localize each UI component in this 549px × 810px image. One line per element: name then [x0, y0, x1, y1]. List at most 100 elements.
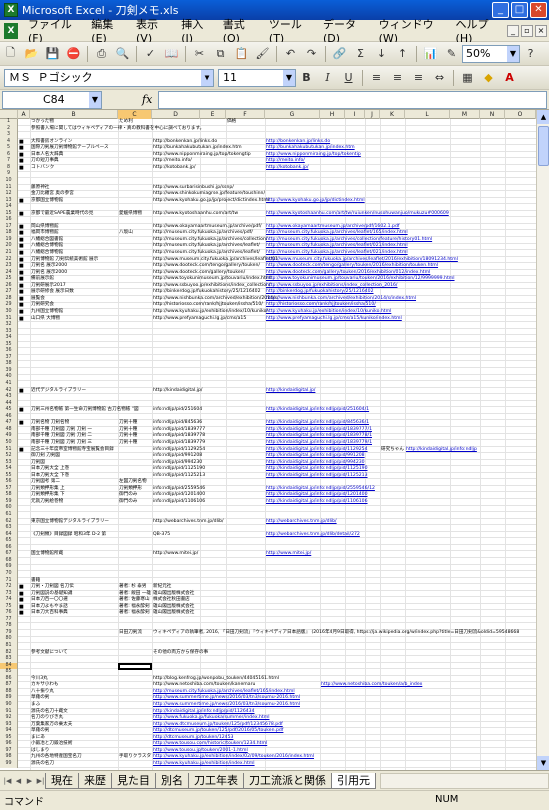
vertical-scrollbar[interactable]: ▲ ▼: [536, 110, 549, 770]
open-icon[interactable]: 📂: [22, 44, 41, 63]
paste-icon[interactable]: 📋: [232, 44, 251, 63]
menu-bar: X ファイル(F) 編集(E) 表示(V) 挿入(I) 書式(O) ツール(T)…: [0, 18, 549, 45]
align-right-icon[interactable]: ≡: [409, 68, 428, 87]
column-header[interactable]: B: [30, 110, 118, 119]
column-header[interactable]: E: [200, 110, 226, 119]
workbook-close-icon[interactable]: ×: [535, 24, 547, 37]
select-all-corner[interactable]: [0, 110, 18, 119]
menu-insert[interactable]: 挿入(I): [175, 16, 216, 45]
italic-icon[interactable]: I: [318, 68, 337, 87]
scroll-thumb[interactable]: [538, 126, 549, 166]
maximize-button[interactable]: □: [511, 2, 528, 18]
borders-icon[interactable]: ▦: [458, 68, 477, 87]
drawing-icon[interactable]: ✎: [442, 44, 461, 63]
column-header[interactable]: A: [18, 110, 30, 119]
menu-format[interactable]: 書式(O): [217, 16, 263, 45]
font-color-icon[interactable]: A: [500, 68, 519, 87]
column-header[interactable]: D: [152, 110, 200, 119]
sheet-tab-active[interactable]: 引用元: [331, 772, 376, 789]
toolbar-separator: [87, 45, 88, 62]
hyperlink-icon[interactable]: 🔗: [330, 44, 349, 63]
cell-hyperlink[interactable]: http://www.kyuhaku.jp/exhibition/index.h…: [153, 761, 255, 768]
sort-descending-icon[interactable]: ↑: [393, 44, 412, 63]
column-header[interactable]: J: [365, 110, 380, 119]
font-size-box[interactable]: 11 ▼: [218, 68, 296, 87]
menu-file[interactable]: ファイル(F): [22, 16, 85, 45]
column-header[interactable]: C: [118, 110, 152, 119]
sheet-tab[interactable]: 来歴: [78, 772, 112, 789]
chevron-down-icon[interactable]: ▼: [283, 69, 295, 86]
column-header[interactable]: N: [480, 110, 505, 119]
bold-icon[interactable]: B: [297, 68, 316, 87]
chevron-down-icon[interactable]: ▼: [201, 69, 213, 86]
num-lock-indicator: NUM: [435, 794, 459, 805]
sort-ascending-icon[interactable]: ↓: [372, 44, 391, 63]
sheet-tab[interactable]: 別名: [155, 772, 189, 789]
print-icon[interactable]: ⎙: [92, 44, 111, 63]
column-header[interactable]: K: [380, 110, 405, 119]
menu-view[interactable]: 表示(V): [130, 16, 175, 45]
chevron-down-icon[interactable]: ▼: [507, 45, 519, 62]
toolbar-separator: [185, 45, 186, 62]
fill-color-icon[interactable]: ◆: [479, 68, 498, 87]
print-preview-icon[interactable]: 🔍: [113, 44, 132, 63]
column-header[interactable]: G: [265, 110, 320, 119]
research-icon[interactable]: 📖: [162, 44, 181, 63]
save-icon[interactable]: 💾: [43, 44, 62, 63]
prev-sheet-icon[interactable]: ◀: [13, 774, 24, 788]
function-icon[interactable]: fx: [142, 93, 152, 106]
column-header[interactable]: H: [320, 110, 345, 119]
scroll-up-icon[interactable]: ▲: [537, 110, 549, 124]
help-icon[interactable]: ?: [521, 44, 540, 63]
copy-icon[interactable]: ⧉: [211, 44, 230, 63]
chevron-down-icon[interactable]: ▼: [89, 91, 101, 108]
menu-tools[interactable]: ツール(T): [263, 16, 317, 45]
horizontal-scrollbar[interactable]: [380, 772, 549, 789]
merge-center-icon[interactable]: ⇔: [430, 68, 449, 87]
toolbar-separator: [136, 45, 137, 62]
permission-icon[interactable]: ⛔: [64, 44, 83, 63]
font-name-value: ＭＳ Ｐゴシック: [9, 70, 93, 84]
workbook-minimize-icon[interactable]: _: [507, 24, 519, 37]
first-sheet-icon[interactable]: |◀: [2, 774, 13, 788]
spelling-icon[interactable]: ✓: [141, 44, 160, 63]
workbook-icon[interactable]: X: [4, 22, 18, 39]
menu-help[interactable]: ヘルプ(H): [450, 16, 505, 45]
new-icon[interactable]: 🗋: [1, 44, 20, 63]
formula-input[interactable]: [158, 90, 547, 109]
cut-icon[interactable]: ✂: [190, 44, 209, 63]
column-headers: ABCDEFGHIJKLMNO: [0, 110, 549, 119]
align-left-icon[interactable]: ≡: [367, 68, 386, 87]
redo-icon[interactable]: ↷: [302, 44, 321, 63]
sheet-tab[interactable]: 見た目: [111, 772, 156, 789]
worksheet-grid[interactable]: ABCDEFGHIJKLMNO 1 つかった物 ため利 価格 2 参照書入場に関してはウィ…: [0, 110, 549, 770]
next-sheet-icon[interactable]: ▶: [24, 774, 35, 788]
formatting-toolbar: ＭＳ Ｐゴシック ▼ 11 ▼ B I U ≡ ≡ ≡ ⇔ ▦ ◆ A: [0, 66, 549, 90]
format-painter-icon[interactable]: 🖌: [253, 44, 272, 63]
font-name-box[interactable]: ＭＳ Ｐゴシック ▼: [4, 68, 214, 87]
align-center-icon[interactable]: ≡: [388, 68, 407, 87]
sheet-tab[interactable]: 現在: [45, 772, 79, 789]
cell: 源氏の名刀: [31, 760, 54, 766]
undo-icon[interactable]: ↶: [281, 44, 300, 63]
menu-edit[interactable]: 編集(E): [85, 16, 130, 45]
row-header[interactable]: 99: [0, 760, 18, 768]
sheet-tab[interactable]: 刀工年表: [188, 772, 244, 789]
sheet-tab[interactable]: 刀工流派と関係: [243, 772, 332, 789]
column-header[interactable]: F: [226, 110, 265, 119]
workbook-restore-icon[interactable]: ▫: [521, 24, 533, 37]
menu-window[interactable]: ウィンドウ(W): [373, 16, 450, 45]
menu-data[interactable]: データ(D): [317, 16, 373, 45]
close-button[interactable]: ✕: [530, 2, 547, 18]
chart-wizard-icon[interactable]: 📊: [421, 44, 440, 63]
autosum-icon[interactable]: Σ: [351, 44, 370, 63]
column-header[interactable]: I: [345, 110, 365, 119]
zoom-box[interactable]: 50% ▼: [462, 44, 520, 63]
column-header[interactable]: O: [505, 110, 536, 119]
column-header[interactable]: L: [405, 110, 450, 119]
scroll-down-icon[interactable]: ▼: [537, 756, 549, 770]
underline-icon[interactable]: U: [339, 68, 358, 87]
table-row: 99 源氏の名刀 http://www.kyuhaku.jp/exhibition/…: [0, 760, 549, 768]
name-box[interactable]: C84 ▼: [2, 90, 102, 109]
column-header[interactable]: M: [450, 110, 480, 119]
